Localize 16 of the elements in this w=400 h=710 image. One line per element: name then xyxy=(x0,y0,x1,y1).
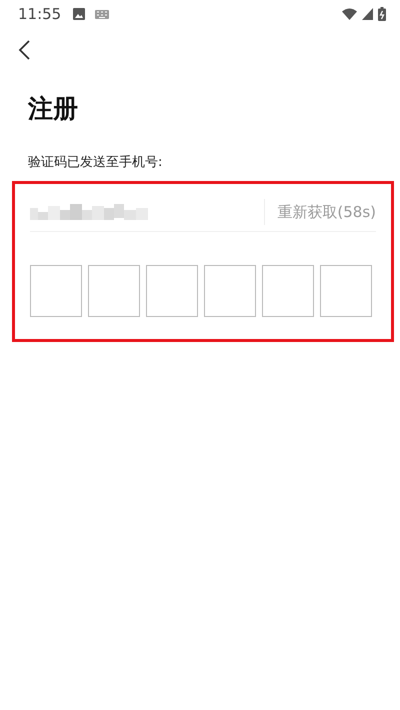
wifi-icon xyxy=(342,8,357,20)
image-icon xyxy=(73,8,86,20)
battery-icon xyxy=(378,7,386,21)
code-digit-field[interactable] xyxy=(30,265,82,317)
sent-label: 验证码已发送至手机号: xyxy=(28,154,164,172)
code-digit-field[interactable] xyxy=(204,265,256,317)
back-button[interactable] xyxy=(16,40,32,62)
back-icon xyxy=(17,40,31,60)
page-title: 注册 xyxy=(28,93,79,125)
status-time: 11:55 xyxy=(18,5,62,23)
signal-icon xyxy=(362,8,373,20)
keyboard-icon xyxy=(95,10,110,18)
code-digit-field[interactable] xyxy=(262,265,314,317)
code-digit-field[interactable] xyxy=(320,265,372,317)
code-digit-field[interactable] xyxy=(146,265,198,317)
code-digit-field[interactable] xyxy=(88,265,140,317)
